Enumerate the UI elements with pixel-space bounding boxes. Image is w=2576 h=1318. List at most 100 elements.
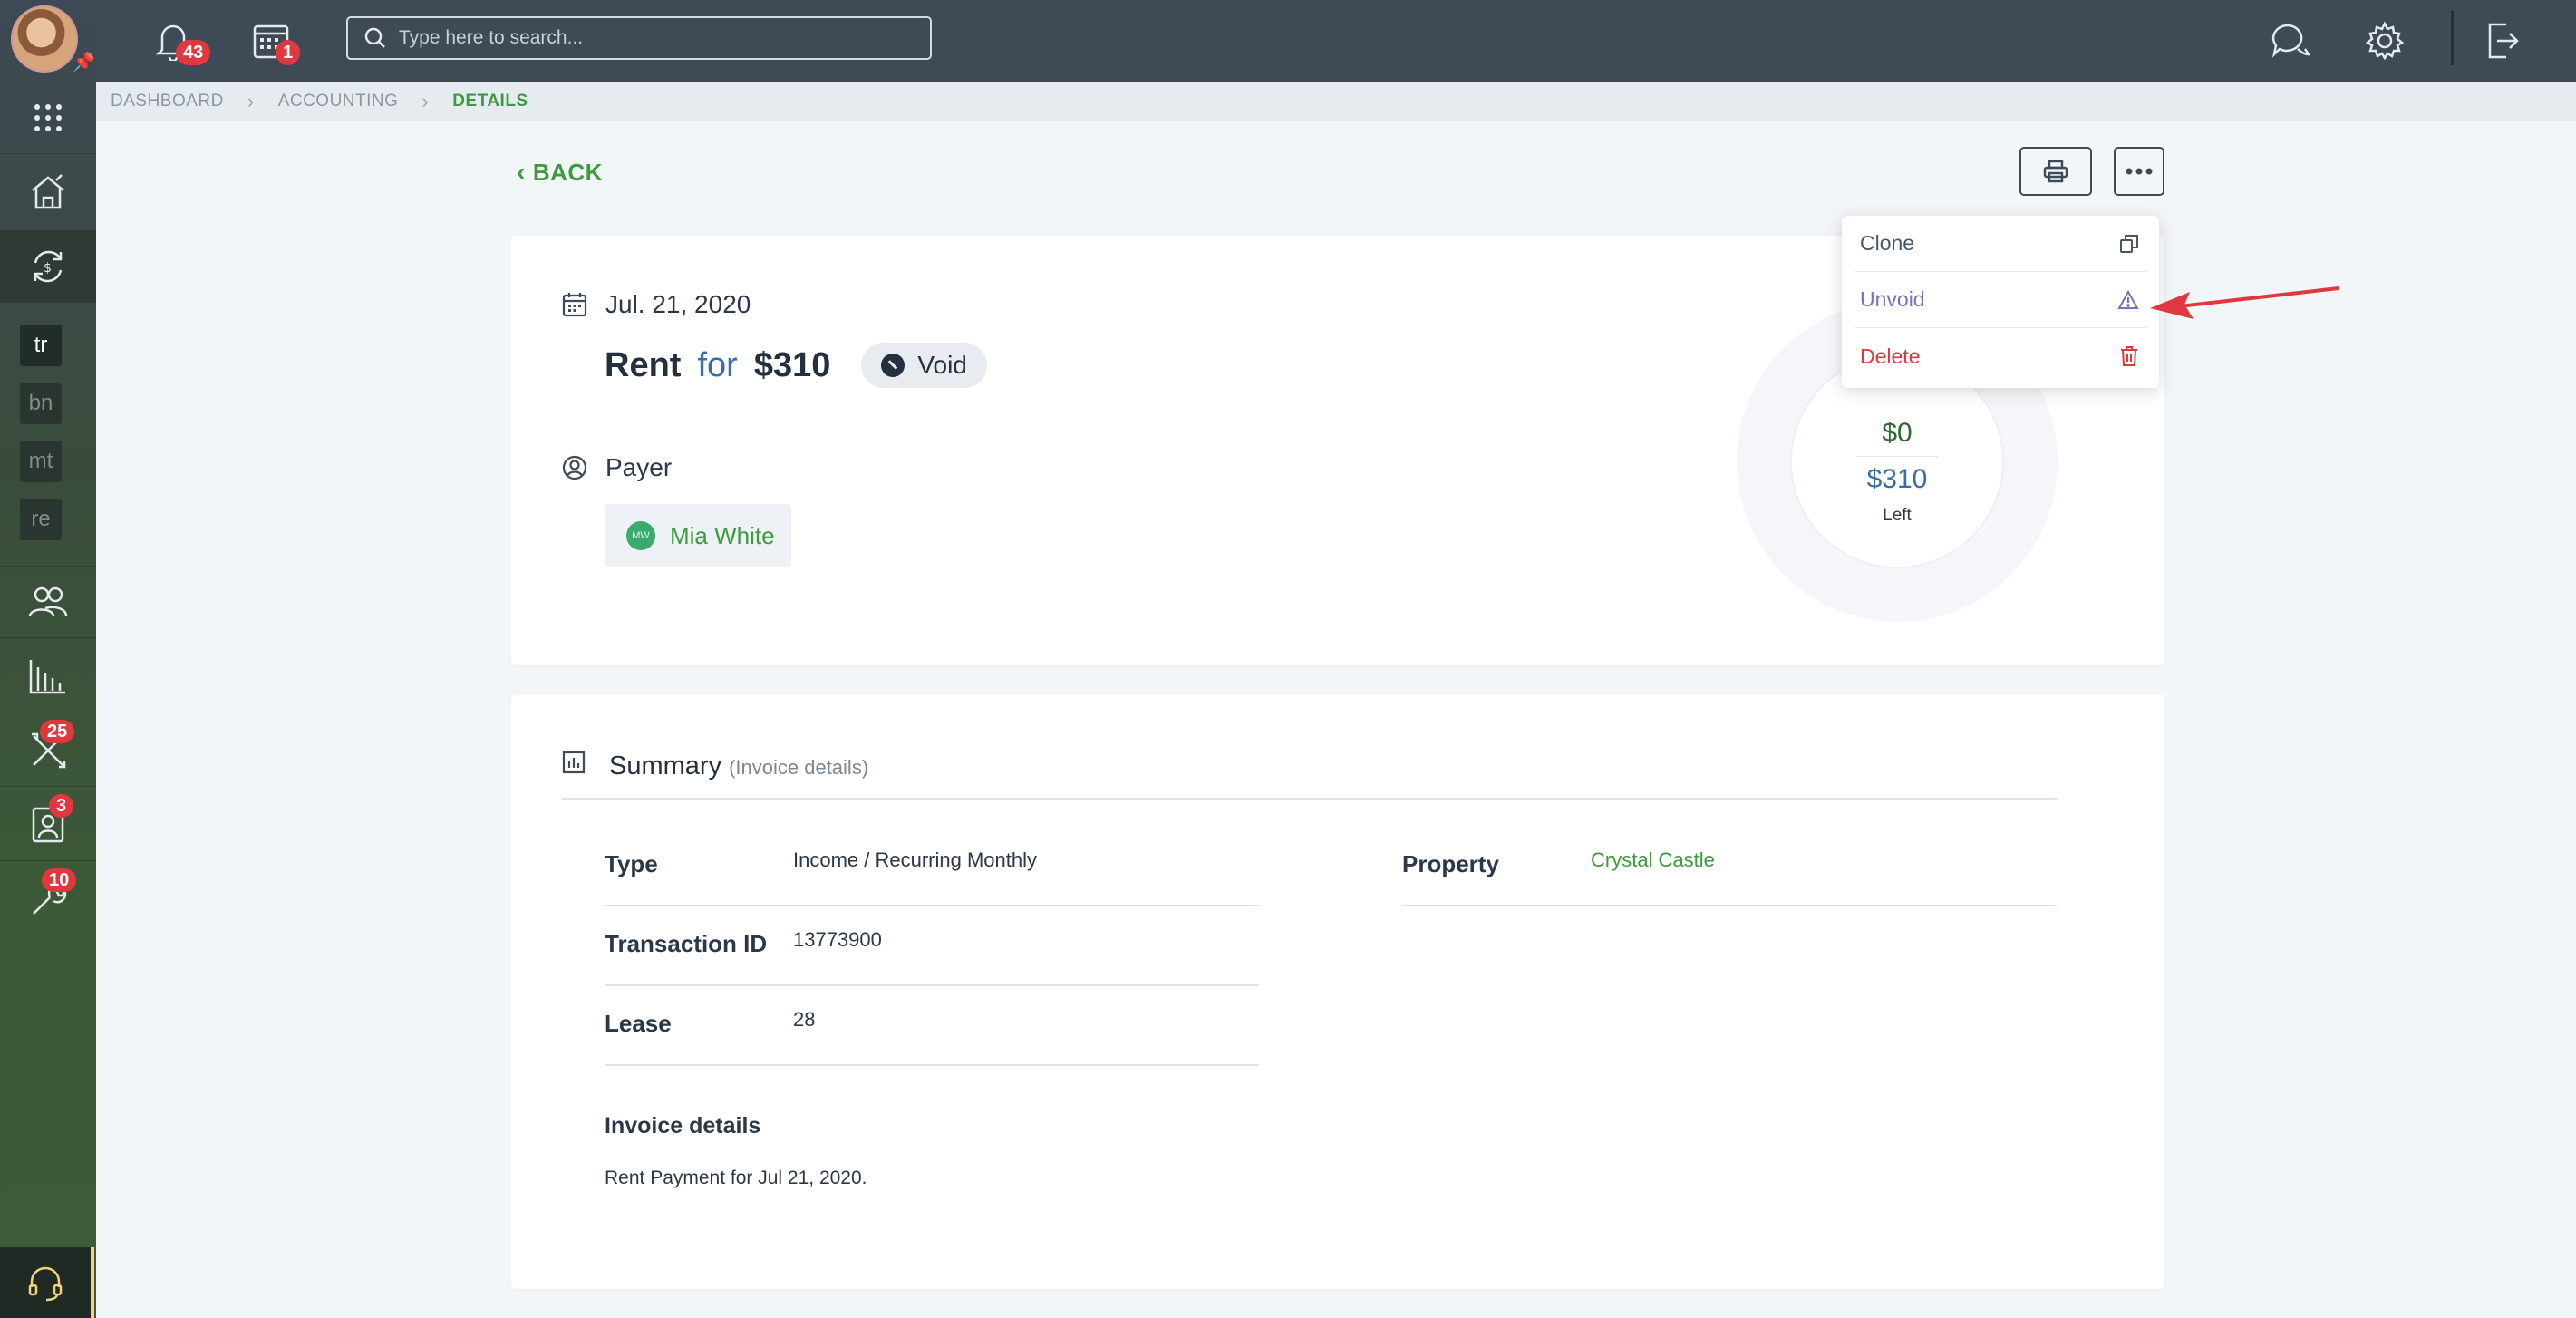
printer-icon — [2043, 160, 2068, 183]
logout-button[interactable] — [2474, 13, 2531, 69]
people-icon — [28, 586, 68, 617]
transaction-title: Rent for $310 Void — [605, 343, 987, 388]
apps-grid-button[interactable] — [0, 82, 96, 154]
payer-chip[interactable]: MW Mia White — [605, 504, 791, 567]
field-value: 28 — [793, 1008, 816, 1031]
settings-button[interactable] — [2357, 13, 2413, 69]
for-label: for — [697, 345, 738, 384]
user-avatar[interactable] — [11, 5, 78, 73]
grid-icon — [34, 103, 62, 131]
summary-subtitle: (Invoice details) — [729, 756, 869, 779]
field-property: Property Crystal Castle — [1402, 827, 2057, 906]
property-link[interactable]: Crystal Castle — [1591, 848, 1715, 872]
chevron-left-icon: ‹ — [517, 158, 526, 186]
warning-triangle-icon — [2117, 289, 2139, 309]
logout-icon — [2488, 23, 2519, 59]
search-bar[interactable] — [346, 16, 932, 60]
more-options-button[interactable] — [2114, 147, 2164, 196]
transaction-date-row: Jul. 21, 2020 — [562, 290, 751, 319]
calendar-badge: 1 — [276, 40, 301, 65]
calendar-icon — [562, 293, 587, 317]
pin-icon[interactable]: 📌 — [73, 51, 95, 73]
summary-card: Summary (Invoice details) Type Income / … — [511, 694, 2164, 1289]
field-value: 13773900 — [793, 928, 882, 951]
user-circle-icon — [562, 455, 587, 480]
summary-title: Summary — [609, 751, 722, 780]
status-label: Void — [917, 351, 967, 379]
transaction-date: Jul. 21, 2020 — [605, 290, 751, 318]
top-bar: 43 1 — [96, 0, 2576, 82]
chevron-right-icon: › — [421, 90, 430, 112]
transaction-amount: $310 — [753, 345, 831, 384]
shortcut-re[interactable]: re — [20, 499, 62, 540]
back-link[interactable]: ‹ BACK — [517, 158, 603, 187]
shortcut-mt[interactable]: mt — [20, 441, 62, 482]
search-input[interactable] — [399, 27, 906, 49]
invoice-details-text: Rent Payment for Jul 21, 2020. — [605, 1168, 867, 1188]
money-cycle-icon: $ — [34, 250, 63, 282]
sidebar-item-contacts[interactable]: 3 — [0, 789, 96, 861]
maintenance-badge: 25 — [40, 720, 75, 743]
status-badge: Void — [861, 343, 987, 388]
ring-divider — [1856, 455, 1938, 457]
field-label: Property — [1402, 850, 1499, 877]
shortcut-bn[interactable]: bn — [20, 383, 62, 424]
sidebar-item-tools[interactable]: 10 — [0, 863, 96, 935]
menu-item-label: Clone — [1860, 231, 1915, 255]
search-icon — [364, 27, 385, 48]
notifications-badge: 43 — [176, 40, 211, 65]
breadcrumb-accounting[interactable]: ACCOUNTING — [278, 92, 399, 111]
invoice-details-label: Invoice details — [605, 1113, 761, 1139]
menu-item-label: Unvoid — [1860, 287, 1925, 311]
breadcrumb: DASHBOARD › ACCOUNTING › DETAILS — [96, 82, 2576, 121]
sidebar-item-people[interactable] — [0, 566, 96, 638]
headset-icon — [28, 1266, 63, 1302]
chevron-right-icon: › — [247, 90, 255, 112]
field-type: Type Income / Recurring Monthly — [605, 827, 1259, 906]
messages-button[interactable] — [2262, 13, 2319, 69]
more-options-menu: Clone Unvoid Delete — [1842, 216, 2159, 388]
sidebar-item-reports[interactable] — [0, 640, 96, 712]
payer-heading: Payer — [562, 453, 672, 482]
transaction-category: Rent — [605, 345, 682, 384]
support-button[interactable] — [0, 1247, 94, 1318]
field-transaction-id: Transaction ID 13773900 — [605, 906, 1259, 986]
house-icon — [32, 173, 64, 208]
gear-icon — [2365, 21, 2405, 61]
menu-item-delete[interactable]: Delete — [1855, 328, 2146, 384]
notifications-button[interactable]: 43 — [145, 13, 211, 69]
payer-label: Payer — [605, 453, 673, 481]
field-label: Transaction ID — [605, 930, 768, 957]
menu-item-unvoid[interactable]: Unvoid — [1855, 272, 2146, 328]
field-label: Type — [605, 850, 658, 877]
field-label: Lease — [605, 1010, 672, 1037]
calendar-button[interactable]: 1 — [243, 13, 301, 69]
sidebar: 📌 $ tr bn mt re 25 3 10 — [0, 0, 96, 1318]
print-button[interactable] — [2019, 147, 2092, 196]
breadcrumb-current: DETAILS — [452, 92, 528, 111]
menu-item-label: Delete — [1860, 344, 1921, 368]
sidebar-item-properties[interactable] — [0, 156, 96, 228]
chat-bubbles-icon — [2271, 24, 2310, 58]
breadcrumb-dashboard[interactable]: DASHBOARD — [111, 92, 224, 111]
trash-icon — [2121, 346, 2137, 366]
tools-badge: 10 — [42, 868, 77, 892]
void-icon — [881, 354, 905, 377]
chart-box-icon — [562, 751, 586, 774]
topbar-divider — [2451, 11, 2454, 65]
sidebar-item-accounting[interactable]: $ — [0, 230, 96, 303]
summary-header: Summary (Invoice details) — [562, 751, 868, 781]
sidebar-item-maintenance[interactable]: 25 — [0, 714, 96, 787]
svg-text:$: $ — [44, 261, 52, 276]
contacts-badge: 3 — [49, 794, 74, 818]
ellipsis-icon — [2126, 168, 2153, 175]
shortcut-tr[interactable]: tr — [20, 325, 62, 366]
field-lease: Lease 28 — [605, 986, 1259, 1066]
payer-name: Mia White — [670, 521, 775, 549]
payer-avatar: MW — [626, 521, 655, 550]
left-amount: $310 — [1866, 463, 1928, 494]
menu-item-clone[interactable]: Clone — [1855, 216, 2146, 272]
back-label: BACK — [532, 158, 603, 186]
copy-icon — [2120, 234, 2138, 253]
summary-divider — [562, 798, 2058, 800]
